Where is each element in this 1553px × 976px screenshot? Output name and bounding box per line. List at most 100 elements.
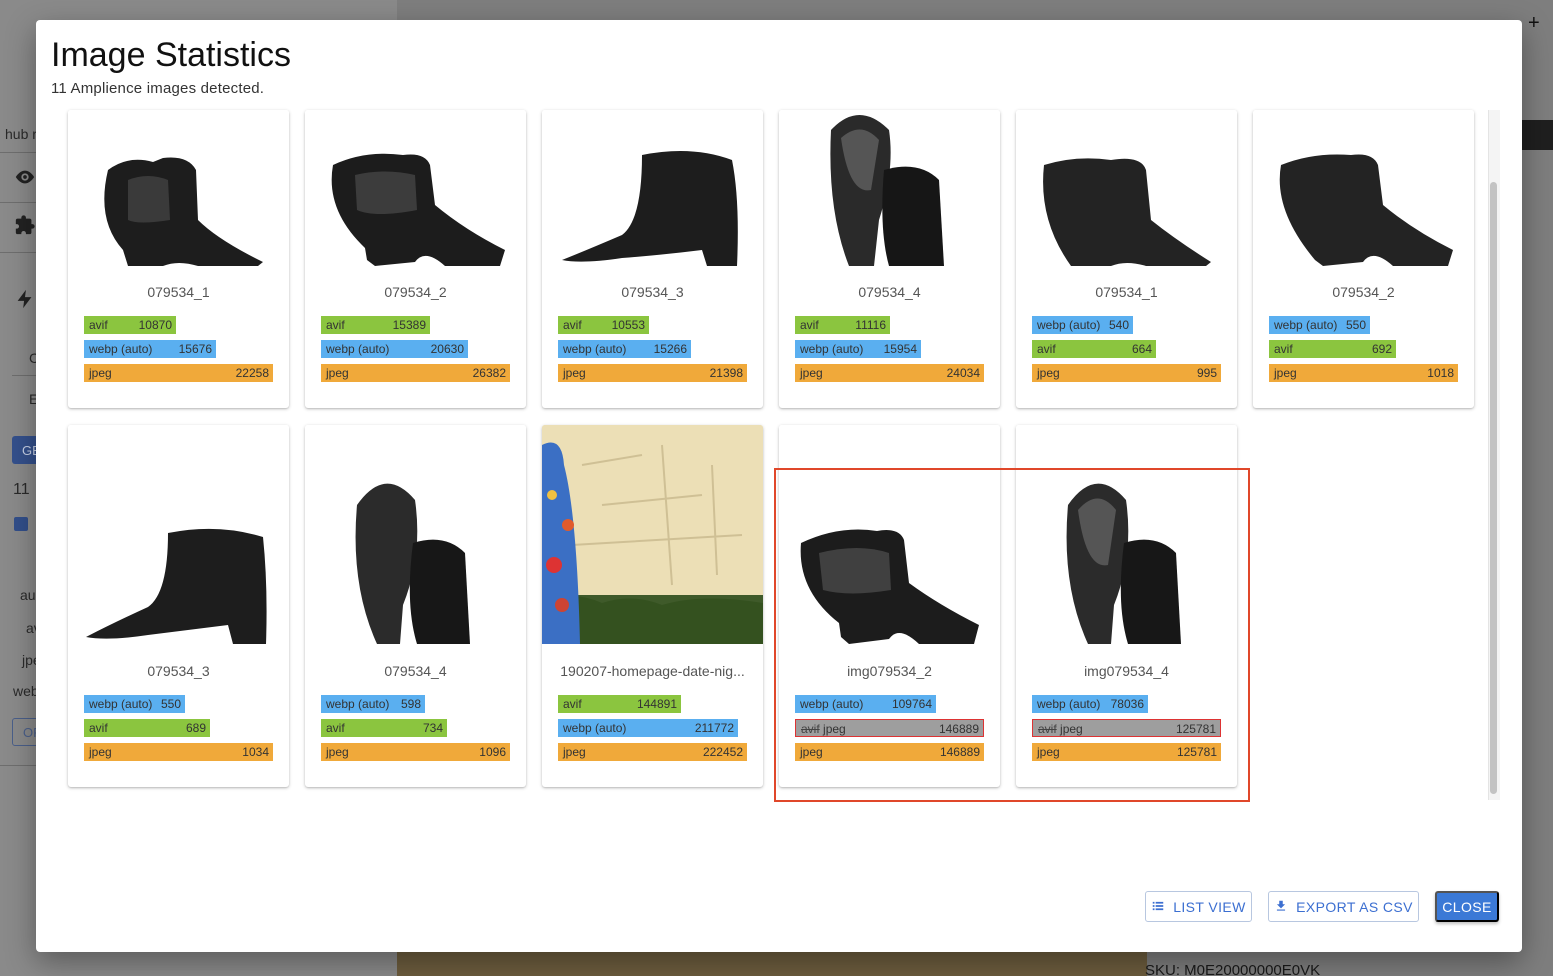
size-value: 550 [1345, 318, 1366, 332]
export-csv-button[interactable]: EXPORT AS CSV [1268, 891, 1419, 922]
format-label: jpeg [1274, 366, 1297, 380]
size-bar-jpeg: jpeg 24034 [795, 364, 984, 382]
boot-thumbnail [68, 110, 289, 266]
format-label: webp (auto) [1037, 697, 1101, 711]
size-bar-webp: webp (auto) 211772 [558, 719, 738, 737]
format-label: jpeg [563, 745, 586, 759]
boot-thumbnail [305, 110, 526, 266]
size-bar-avif-fallback: avif jpeg 146889 [795, 719, 984, 737]
format-label: webp (auto) [563, 342, 627, 356]
image-name: 079534_4 [858, 284, 921, 300]
size-value: 10553 [611, 318, 645, 332]
format-label: avif [1274, 342, 1293, 356]
grid-scrollbar[interactable] [1488, 110, 1500, 800]
size-bar-avif: avif 10870 [84, 316, 176, 334]
scrollbar-thumb[interactable] [1490, 182, 1497, 794]
bg-checkbox [14, 517, 28, 531]
size-value: 125781 [1175, 722, 1216, 736]
list-view-label: LIST VIEW [1173, 898, 1246, 915]
format-label: jpeg [326, 366, 349, 380]
image-card[interactable]: 190207-homepage-date-nig... avif 144891 w… [542, 425, 763, 787]
format-label: jpeg [563, 366, 586, 380]
bg-plus-icon: + [1528, 12, 1540, 34]
size-value: 211772 [694, 721, 734, 735]
size-bar-jpeg: jpeg 222452 [558, 743, 747, 761]
image-card[interactable]: 079534_2 avif 15389 webp (auto) 20630 jpeg… [305, 110, 526, 408]
size-value: 10870 [138, 318, 172, 332]
size-value: 22258 [235, 366, 269, 380]
size-bar-webp: webp (auto) 109764 [795, 695, 936, 713]
boot-thumbnail [1016, 425, 1237, 644]
format-label: avif [89, 318, 108, 332]
size-bar-webp: webp (auto) 540 [1032, 316, 1133, 334]
dialog-title: Image Statistics [51, 36, 291, 74]
download-icon [1274, 899, 1288, 915]
format-label: avif [563, 318, 582, 332]
size-value: 144891 [636, 697, 677, 711]
list-view-button[interactable]: LIST VIEW [1145, 891, 1252, 922]
format-label: avif [326, 318, 345, 332]
bg-list-web: web [13, 683, 39, 699]
boot-thumbnail [779, 425, 1000, 644]
format-label: jpeg [326, 745, 349, 759]
size-value: 734 [422, 721, 443, 735]
bg-count: 11 [13, 481, 30, 498]
size-value: 78036 [1110, 697, 1144, 711]
bg-list-au: au [20, 587, 36, 603]
image-name: 079534_4 [384, 663, 447, 679]
format-label: webp (auto) [326, 342, 390, 356]
image-card-grid[interactable]: 079534_1 avif 10870 webp (auto) 15676 jpeg… [68, 110, 1488, 800]
size-bar-avif: avif 664 [1032, 340, 1156, 358]
image-name: 079534_3 [147, 663, 210, 679]
image-card[interactable]: 079534_4 avif 11116 webp (auto) 15954 jpeg… [779, 110, 1000, 408]
size-value: 15389 [392, 318, 426, 332]
struck-format-label: avif [1038, 722, 1057, 736]
size-value: 15954 [883, 342, 917, 356]
puzzle-icon [14, 214, 36, 236]
format-label: webp (auto) [89, 697, 153, 711]
image-card[interactable]: 079534_2 webp (auto) 550 avif 692 jpeg 1018 [1253, 110, 1474, 408]
size-value: 550 [160, 697, 181, 711]
close-button[interactable]: CLOSE [1435, 891, 1499, 922]
format-label: webp (auto) [89, 342, 153, 356]
image-card[interactable]: img079534_4 webp (auto) 78036 avif jpeg 12… [1016, 425, 1237, 787]
size-value: 664 [1131, 342, 1152, 356]
format-label: jpeg [89, 745, 112, 759]
size-bar-webp: webp (auto) 78036 [1032, 695, 1148, 713]
image-card[interactable]: img079534_2 webp (auto) 109764 avif jpeg 1… [779, 425, 1000, 787]
size-bar-webp: webp (auto) 20630 [321, 340, 468, 358]
image-card[interactable]: 079534_1 webp (auto) 540 avif 664 jpeg 995 [1016, 110, 1237, 408]
format-label: avif [1037, 342, 1056, 356]
format-label: webp (auto) [800, 697, 864, 711]
size-bar-avif: avif 11116 [795, 316, 890, 334]
image-name: 079534_2 [1332, 284, 1395, 300]
size-value: 1034 [242, 745, 269, 759]
size-value: 125781 [1176, 745, 1217, 759]
size-bar-avif: avif 10553 [558, 316, 649, 334]
size-bar-jpeg: jpeg 26382 [321, 364, 510, 382]
list-icon [1151, 899, 1165, 915]
bolt-icon [14, 288, 36, 310]
image-card[interactable]: 079534_3 webp (auto) 550 avif 689 jpeg 1034 [68, 425, 289, 787]
size-bar-avif: avif 689 [84, 719, 210, 737]
format-label: webp (auto) [1274, 318, 1338, 332]
image-card[interactable]: 079534_3 avif 10553 webp (auto) 15266 jpeg… [542, 110, 763, 408]
size-bar-avif: avif 692 [1269, 340, 1396, 358]
eye-icon [14, 166, 36, 188]
boot-thumbnail [779, 110, 1000, 266]
fallback-format-label: jpeg [819, 722, 846, 736]
boot-thumbnail [542, 110, 763, 266]
size-bar-jpeg: jpeg 21398 [558, 364, 747, 382]
format-label: webp (auto) [326, 697, 390, 711]
image-card[interactable]: 079534_4 webp (auto) 598 avif 734 jpeg 1096 [305, 425, 526, 787]
format-label: jpeg [1037, 366, 1060, 380]
size-bar-webp: webp (auto) 598 [321, 695, 425, 713]
size-value: 146889 [938, 722, 979, 736]
size-value: 146889 [939, 745, 980, 759]
size-value: 222452 [702, 745, 743, 759]
image-card[interactable]: 079534_1 avif 10870 webp (auto) 15676 jpeg… [68, 110, 289, 408]
boot-thumbnail [1016, 110, 1237, 266]
size-value: 1018 [1427, 366, 1454, 380]
size-bar-webp: webp (auto) 550 [1269, 316, 1370, 334]
boot-thumbnail [305, 425, 526, 644]
